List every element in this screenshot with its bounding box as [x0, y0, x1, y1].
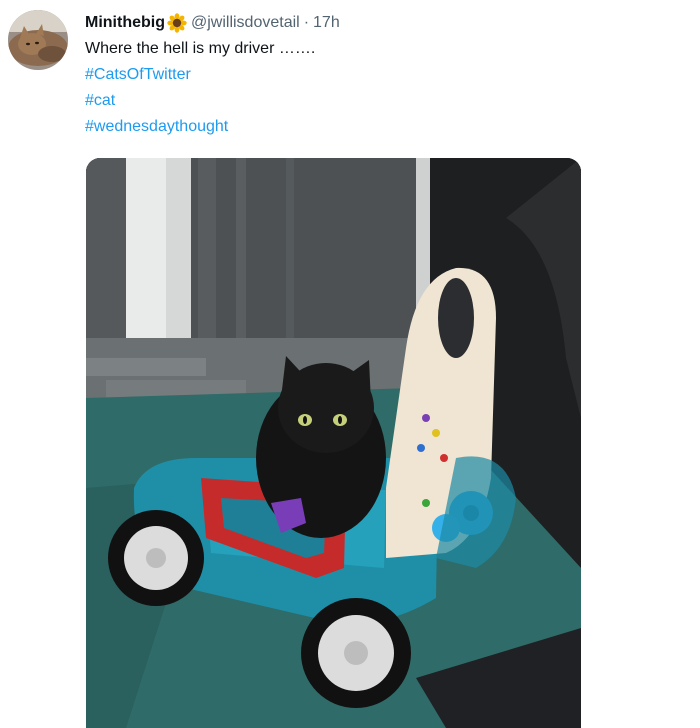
tweet[interactable]: Minithebig @jwillisdovetail · 17h Where … [0, 0, 700, 728]
tweet-content: Minithebig @jwillisdovetail · 17h Where … [85, 12, 690, 140]
avatar-cat-image [8, 10, 68, 70]
cat-in-toy-walker-image [86, 158, 581, 728]
tweet-header: Minithebig @jwillisdovetail · 17h [85, 12, 690, 34]
tweet-timestamp[interactable]: 17h [313, 12, 340, 34]
tweet-media-photo[interactable] [86, 158, 581, 728]
hashtag-wednesdaythought[interactable]: #wednesdaythought [85, 114, 690, 140]
separator-dot: · [303, 14, 310, 31]
avatar[interactable] [8, 10, 68, 70]
tweet-text: Where the hell is my driver ……. [85, 40, 316, 57]
sunflower-icon [167, 13, 187, 33]
user-handle[interactable]: @jwillisdovetail [191, 12, 300, 34]
hashtag-cat[interactable]: #cat [85, 88, 690, 114]
hashtag-catsoftwitter[interactable]: #CatsOfTwitter [85, 62, 690, 88]
display-name[interactable]: Minithebig [85, 12, 165, 34]
